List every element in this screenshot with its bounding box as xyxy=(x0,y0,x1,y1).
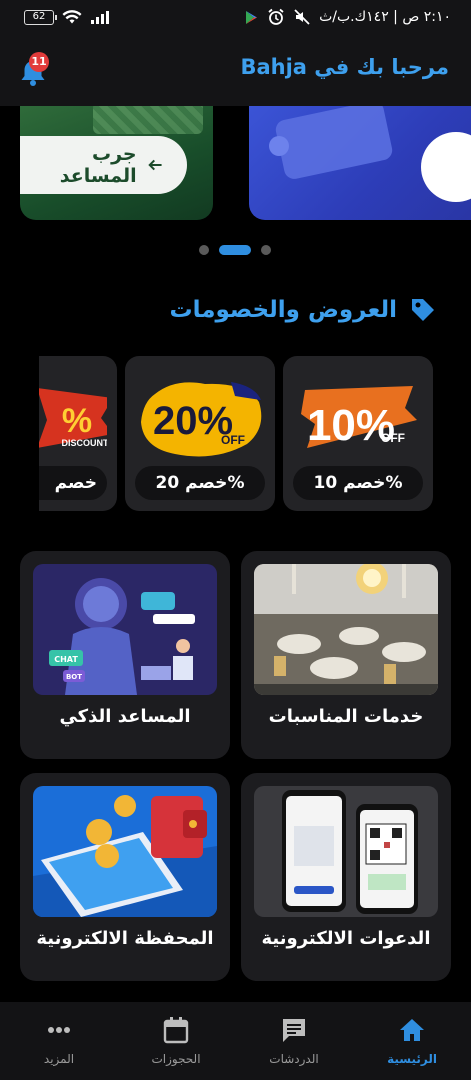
arrow-left-icon xyxy=(147,159,162,171)
welcome-title: مرحبا بك في Bahja xyxy=(240,55,449,79)
discount-partial-number: % xyxy=(62,402,92,440)
service-label-invitations: الدعوات الالكترونية xyxy=(261,928,431,949)
discount-20-graphic: 20% OFF xyxy=(141,382,262,457)
signal-icon xyxy=(91,11,109,24)
service-label-events: خدمات المناسبات xyxy=(268,706,424,727)
service-card-wallet[interactable]: المحفظة الالكترونية xyxy=(20,773,230,981)
carousel-dot[interactable] xyxy=(199,245,209,255)
mute-icon xyxy=(294,9,310,25)
try-assistant-button[interactable]: جرب المساعد xyxy=(20,136,187,194)
offer-label-partial: خصم xyxy=(39,466,107,500)
service-label-assistant: المساعد الذكي xyxy=(59,706,191,727)
money-decoration xyxy=(93,106,203,134)
alarm-icon xyxy=(268,8,284,25)
nav-chats[interactable]: الدردشات xyxy=(249,1016,339,1074)
nav-more[interactable]: المزيد xyxy=(14,1016,104,1074)
nav-more-label: المزيد xyxy=(43,1052,75,1066)
offers-list[interactable]: 10% OFF خصم 10% 20% OFF خصم 20% % DISCOU… xyxy=(39,356,433,511)
discount-partial-graphic: % DISCOUNT xyxy=(39,388,108,448)
battery-icon: 62 xyxy=(24,9,57,25)
offer-card-partial[interactable]: % DISCOUNT خصم xyxy=(39,356,117,511)
offer-card-10[interactable]: 10% OFF خصم 10% xyxy=(283,356,433,511)
offer-card-20[interactable]: 20% OFF خصم 20% xyxy=(125,356,275,511)
chat-badge: CHAT xyxy=(54,655,78,664)
nav-chats-label: الدردشات xyxy=(269,1052,319,1066)
nav-bookings-label: الحجوزات xyxy=(151,1052,201,1066)
carousel-slide-assistant[interactable]: جرب المساعد xyxy=(20,106,213,220)
app-header: 11 مرحبا بك في Bahja xyxy=(0,34,471,106)
offers-title-text: العروض والخصومات xyxy=(169,297,397,323)
discount-10-graphic: 10% OFF xyxy=(301,386,417,450)
invitation-phones-image xyxy=(254,786,438,917)
nav-home-label: الرئيسية xyxy=(387,1052,437,1066)
try-assistant-label: جرب المساعد xyxy=(59,143,137,187)
tag-icon xyxy=(412,299,434,321)
event-hall-image xyxy=(254,564,438,695)
service-card-events[interactable]: خدمات المناسبات xyxy=(241,551,451,759)
home-icon xyxy=(400,1019,424,1041)
bot-badge: BOT xyxy=(66,673,82,681)
service-card-invitations[interactable]: الدعوات الالكترونية xyxy=(241,773,451,981)
play-store-icon xyxy=(246,10,258,24)
discount-10-off: OFF xyxy=(381,431,405,445)
wallet-phone-image xyxy=(33,786,217,917)
service-label-wallet: المحفظة الالكترونية xyxy=(36,928,214,949)
promo-carousel[interactable]: جرب المساعد xyxy=(0,106,471,226)
dot-decoration xyxy=(269,136,289,156)
carousel-dot-active[interactable] xyxy=(219,245,251,255)
circle-decoration xyxy=(421,132,471,202)
ai-robot-image: CHAT BOT xyxy=(33,564,217,695)
service-card-assistant[interactable]: CHAT BOT المساعد الذكي xyxy=(20,551,230,759)
status-time: ٢:١٠ ص | ١٤٢ك.ب/ث xyxy=(319,9,451,25)
status-bar: 62 ٢:١٠ ص | ١٤٢ك.ب/ث xyxy=(0,0,471,34)
battery-level: 62 xyxy=(32,10,46,22)
notification-badge: 11 xyxy=(29,52,49,72)
nav-bookings[interactable]: الحجوزات xyxy=(131,1016,221,1074)
chat-icon xyxy=(283,1019,305,1042)
bottom-navigation: الرئيسية الدردشات الحجوزات المزيد xyxy=(0,1002,471,1080)
wifi-icon xyxy=(62,10,82,24)
calendar-icon xyxy=(163,1017,189,1044)
carousel-dot[interactable] xyxy=(261,245,271,255)
card-decoration xyxy=(273,106,395,181)
more-icon xyxy=(48,1027,70,1033)
discount-partial-sub: DISCOUNT xyxy=(62,438,108,448)
offer-label-20: خصم 20% xyxy=(135,466,265,500)
carousel-indicators xyxy=(0,243,471,257)
offers-section-title: العروض والخصومات xyxy=(169,296,437,324)
discount-20-off: OFF xyxy=(221,433,245,447)
nav-home[interactable]: الرئيسية xyxy=(367,1016,457,1074)
offer-label-10: خصم 10% xyxy=(293,466,423,500)
carousel-slide-invitations[interactable] xyxy=(249,106,471,220)
